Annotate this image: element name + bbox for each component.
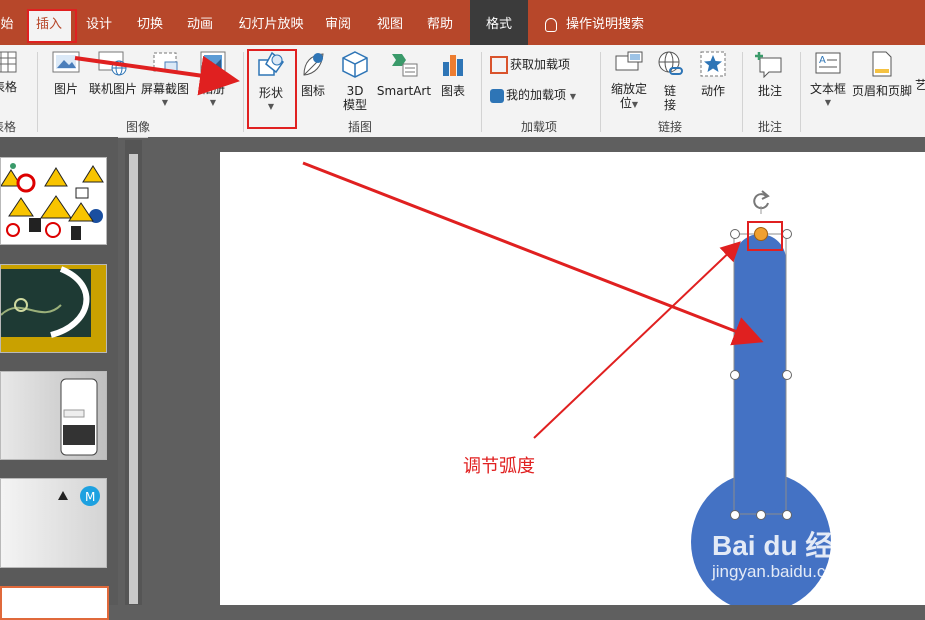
annotation-arrows — [74, 55, 764, 439]
watermark-brand: Bai du 经验 — [712, 530, 862, 561]
arrow-to-shapes — [74, 55, 240, 96]
annotation-label: 调节弧度 — [463, 456, 535, 477]
arrow-to-adjustment-handle — [533, 241, 741, 439]
watermark-url: jingyan.baidu.com — [712, 562, 850, 581]
arrow-to-shape — [302, 161, 764, 346]
